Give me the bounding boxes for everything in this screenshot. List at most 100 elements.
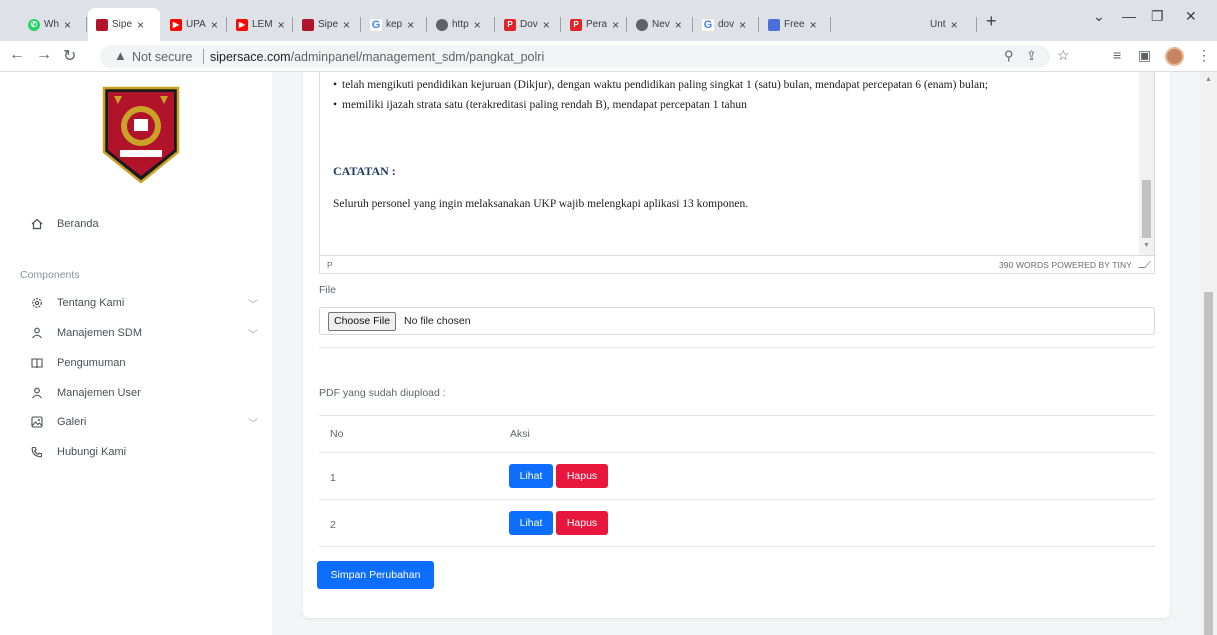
editor-bullet: memiliki ijazah strata satu (terakredita…	[333, 99, 747, 111]
security-label[interactable]: Not secure	[132, 50, 192, 64]
chevron-down-icon[interactable]: ﹀	[248, 415, 258, 430]
home-icon	[30, 217, 44, 231]
menu-kebab-icon[interactable]: ⋮	[1197, 47, 1211, 64]
forward-arrow-icon[interactable]: →	[36, 46, 52, 64]
page-scrollbar-thumb[interactable]	[1204, 292, 1213, 635]
tab-new-tab-page[interactable]: Nev ×	[628, 8, 693, 41]
main-content: telah mengikuti pendidikan kejuruan (Dik…	[272, 72, 1200, 635]
tab-label: LEM	[252, 19, 273, 30]
tab-http[interactable]: http ×	[428, 8, 495, 41]
close-icon[interactable]: ×	[612, 18, 619, 32]
image-icon	[30, 415, 44, 429]
profile-avatar[interactable]	[1165, 47, 1184, 66]
editor-scrollbar-thumb[interactable]	[1142, 180, 1151, 238]
minimize-icon[interactable]: —	[1122, 8, 1136, 24]
table-header-border	[319, 452, 1155, 453]
delete-pdf-button[interactable]: Hapus	[556, 511, 608, 535]
chevron-down-icon[interactable]: ﹀	[248, 296, 258, 311]
save-changes-button[interactable]: Simpan Perubahan	[317, 561, 434, 589]
side-panel-icon[interactable]: ▣	[1138, 47, 1151, 64]
tab-sipersace[interactable]: Sipe ×	[294, 8, 361, 41]
editor-heading: CATATAN :	[333, 164, 396, 178]
form-card: telah mengikuti pendidikan kejuruan (Dik…	[303, 72, 1170, 618]
page-scrollbar[interactable]: ▲	[1200, 72, 1217, 635]
close-icon[interactable]: ×	[474, 18, 481, 32]
editor-content[interactable]: telah mengikuti pendidikan kejuruan (Dik…	[320, 72, 1140, 255]
rich-text-editor[interactable]: telah mengikuti pendidikan kejuruan (Dik…	[319, 72, 1155, 274]
pdf-icon: P	[504, 18, 516, 31]
row-number: 2	[330, 519, 336, 531]
editor-scrollbar[interactable]: ▼	[1139, 72, 1154, 255]
address-bar[interactable]: ▲ Not secure sipersace.com/adminpanel/ma…	[100, 45, 1050, 68]
close-icon[interactable]: ×	[675, 18, 682, 32]
tab-whatsapp[interactable]: ✆ Wh ×	[20, 8, 87, 41]
close-icon[interactable]: ×	[211, 18, 218, 32]
close-icon[interactable]: ×	[810, 18, 817, 32]
tab-label: http	[452, 19, 469, 30]
close-icon[interactable]: ×	[278, 18, 285, 32]
close-icon[interactable]: ×	[543, 18, 550, 32]
address-divider	[203, 49, 204, 64]
tab-sipersace-active[interactable]: Sipe ×	[88, 8, 160, 41]
tab-label: Dov	[520, 19, 538, 30]
sidebar-item-galeri[interactable]: Galeri ﹀	[30, 412, 258, 432]
reload-icon[interactable]: ↻	[63, 46, 76, 66]
table-top-border	[319, 415, 1155, 416]
scroll-down-arrow-icon[interactable]: ▼	[1143, 242, 1150, 249]
tab-label: Free	[784, 19, 805, 30]
zoom-icon[interactable]: ⚲	[1004, 48, 1014, 64]
sidebar-item-manajemen-sdm[interactable]: Manajemen SDM ﹀	[30, 323, 258, 343]
sidebar-item-label: Hubungi Kami	[57, 446, 127, 458]
user-icon	[30, 326, 44, 340]
close-icon[interactable]: ×	[343, 18, 350, 32]
tab-google-dov[interactable]: G dov ×	[694, 8, 759, 41]
tab-pdf-dov[interactable]: P Dov ×	[496, 8, 561, 41]
tab-search-chevron-icon[interactable]: ⌄	[1093, 8, 1105, 25]
tab-youtube-lem[interactable]: ▶ LEM ×	[228, 8, 293, 41]
view-pdf-button[interactable]: Lihat	[509, 464, 553, 488]
reading-list-icon[interactable]: ≡	[1113, 47, 1121, 63]
delete-pdf-button[interactable]: Hapus	[556, 464, 608, 488]
sidebar-item-tentang-kami[interactable]: Tentang Kami ﹀	[30, 293, 258, 313]
restore-icon[interactable]: ❐	[1151, 8, 1164, 25]
google-icon: G	[370, 18, 382, 31]
editor-element-path[interactable]: P	[327, 260, 333, 270]
resize-handle-icon[interactable]	[1138, 261, 1151, 268]
close-icon[interactable]: ×	[739, 18, 746, 32]
bookmark-star-icon[interactable]: ☆	[1057, 47, 1070, 64]
scroll-up-arrow-icon[interactable]: ▲	[1205, 76, 1212, 83]
tab-pdf-pera[interactable]: P Pera ×	[562, 8, 627, 41]
sidebar-item-manajemen-user[interactable]: Manajemen User	[30, 383, 141, 403]
shield-crest-icon	[96, 18, 108, 31]
tab-free[interactable]: Free ×	[760, 8, 831, 41]
tab-untitled[interactable]: Unt ×	[910, 8, 977, 41]
user-icon	[30, 386, 44, 400]
choose-file-button[interactable]: Choose File	[328, 312, 397, 331]
row-number: 1	[330, 472, 336, 484]
chevron-down-icon[interactable]: ﹀	[248, 326, 258, 341]
close-icon[interactable]: ×	[137, 18, 144, 32]
file-input[interactable]: Choose File No file chosen	[319, 307, 1155, 335]
share-icon[interactable]: ⇪	[1026, 48, 1037, 64]
close-icon[interactable]: ×	[951, 18, 958, 32]
tab-label: Nev	[652, 19, 670, 30]
view-pdf-button[interactable]: Lihat	[509, 511, 553, 535]
url-domain: sipersace.com	[210, 50, 291, 64]
sidebar-item-label: Manajemen SDM	[57, 327, 142, 339]
warning-triangle-icon[interactable]: ▲	[114, 48, 127, 63]
sidebar-item-beranda[interactable]: Beranda	[30, 214, 99, 234]
police-crest-logo	[102, 86, 180, 184]
close-icon[interactable]: ×	[407, 18, 414, 32]
sidebar-item-pengumuman[interactable]: Pengumuman	[30, 353, 126, 373]
tab-google-kep[interactable]: G kep ×	[362, 8, 427, 41]
tab-youtube-upa[interactable]: ▶ UPA ×	[162, 8, 227, 41]
close-icon[interactable]: ×	[64, 18, 71, 32]
close-window-icon[interactable]: ✕	[1185, 8, 1197, 25]
globe-icon	[436, 18, 448, 31]
url-text[interactable]: sipersace.com/adminpanel/management_sdm/…	[210, 50, 544, 64]
column-header-no: No	[330, 428, 344, 440]
new-tab-button[interactable]: +	[986, 12, 997, 30]
app-icon	[768, 18, 780, 31]
back-arrow-icon[interactable]: ←	[9, 46, 25, 64]
sidebar-item-hubungi-kami[interactable]: Hubungi Kami	[30, 442, 126, 462]
